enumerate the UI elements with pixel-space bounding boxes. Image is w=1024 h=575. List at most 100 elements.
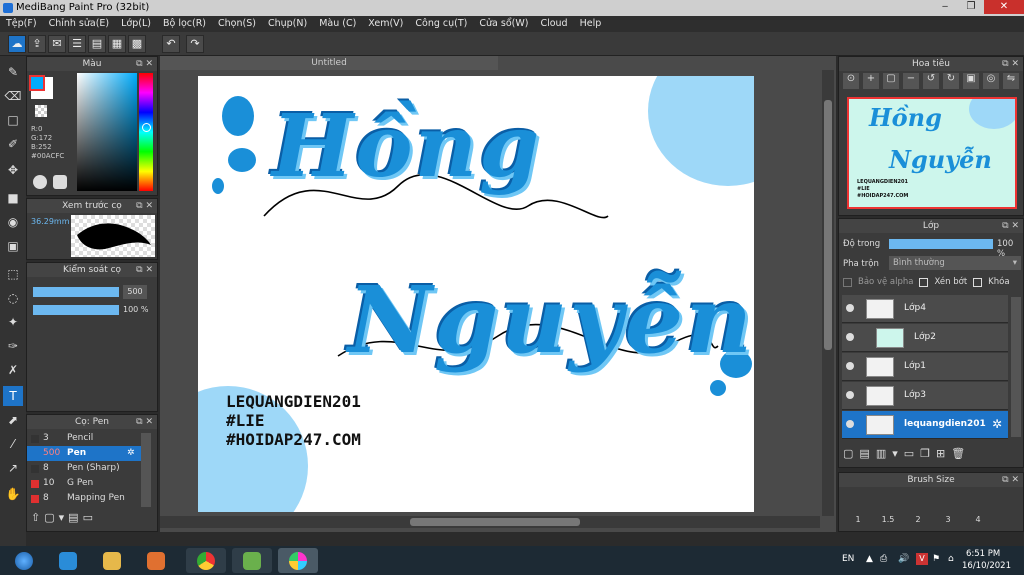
eye-icon[interactable] bbox=[846, 362, 854, 370]
brush-opacity-slider[interactable] bbox=[33, 305, 119, 315]
brush-size-option[interactable]: 1.5 bbox=[873, 515, 903, 524]
menu-snap[interactable]: Chụp(N) bbox=[262, 16, 313, 32]
eraser-tool-icon[interactable]: ⌫ bbox=[3, 86, 23, 106]
start-button[interactable] bbox=[4, 548, 44, 573]
horizontal-scrollbar[interactable] bbox=[160, 516, 820, 528]
transparent-swatch[interactable] bbox=[35, 105, 47, 117]
menu-cloud[interactable]: Cloud bbox=[534, 16, 573, 32]
new-halftone-layer-icon[interactable]: ▤ bbox=[859, 447, 869, 465]
taskbar-app[interactable] bbox=[136, 548, 176, 573]
brush-item[interactable]: 8 Pen (Sharp) bbox=[27, 461, 147, 476]
menu-help[interactable]: Help bbox=[574, 16, 608, 32]
menu-tools[interactable]: Công cụ(T) bbox=[409, 16, 473, 32]
brush-folder-icon[interactable]: ▭ bbox=[83, 511, 93, 531]
navigator-thumbnail[interactable]: Hồng Nguyễn LEQUANGDIEN201 #LIE #HOIDAP2… bbox=[847, 97, 1017, 209]
redo-icon[interactable]: ↷ bbox=[186, 35, 204, 53]
cloud-icon[interactable]: ☁ bbox=[8, 35, 26, 53]
primary-color-swatch[interactable] bbox=[29, 75, 45, 91]
brush-item[interactable]: 10 G Pen bbox=[27, 476, 147, 491]
new-layer-icon[interactable]: ▢ bbox=[843, 447, 853, 465]
color-picker-icon[interactable] bbox=[53, 175, 67, 189]
layer-row-selected[interactable]: lequangdien201 ✲ bbox=[842, 411, 1008, 439]
text-tool-icon[interactable]: T bbox=[3, 386, 23, 406]
layer-menu-icon[interactable]: ▾ bbox=[892, 447, 898, 465]
document-icon[interactable]: ▤ bbox=[88, 35, 106, 53]
eyedropper-alt-icon[interactable]: ↗ bbox=[3, 458, 23, 478]
eye-icon[interactable] bbox=[846, 304, 854, 312]
eye-icon[interactable] bbox=[846, 333, 854, 341]
taskbar-app[interactable] bbox=[48, 548, 88, 573]
eye-icon[interactable] bbox=[846, 391, 854, 399]
brush-item-selected[interactable]: 500 Pen ✲ bbox=[27, 446, 147, 461]
menu-window[interactable]: Cửa sổ(W) bbox=[473, 16, 534, 32]
select-rect-icon[interactable]: ⬚ bbox=[3, 264, 23, 284]
clock-time[interactable]: 6:51 PM bbox=[966, 549, 1000, 559]
add-brush-icon[interactable]: ⇧ bbox=[31, 511, 40, 531]
layer-row[interactable]: Lớp2 bbox=[842, 324, 1008, 352]
brush-item[interactable]: 8 Mapping Pen bbox=[27, 491, 147, 506]
lock-checkbox[interactable] bbox=[973, 277, 983, 287]
menu-color[interactable]: Màu (C) bbox=[313, 16, 362, 32]
protect-alpha-checkbox[interactable] bbox=[843, 277, 852, 287]
gear-icon[interactable]: ✲ bbox=[992, 417, 1002, 431]
hue-handle[interactable] bbox=[142, 123, 151, 132]
zoom-in-icon[interactable]: + bbox=[863, 73, 879, 89]
minimize-button[interactable]: ‒ bbox=[932, 0, 958, 14]
gradient-tool-icon[interactable]: ▣ bbox=[3, 236, 23, 256]
layer-opacity-slider[interactable] bbox=[889, 239, 993, 249]
brush-size-value[interactable]: 500 bbox=[123, 285, 147, 299]
magic-wand-icon[interactable]: ✦ bbox=[3, 312, 23, 332]
layer-row[interactable]: Lớp4 bbox=[842, 295, 1008, 323]
volume-icon[interactable]: 🔊 bbox=[898, 554, 909, 564]
menu-file[interactable]: Tệp(F) bbox=[0, 16, 43, 32]
select-eraser-icon[interactable]: ✗ bbox=[3, 360, 23, 380]
zoom-fit-icon[interactable]: ⊙ bbox=[843, 73, 859, 89]
grid-view-icon[interactable]: ▦ bbox=[108, 35, 126, 53]
merge-layer-icon[interactable]: ⊞ bbox=[936, 447, 945, 465]
language-indicator[interactable]: EN bbox=[842, 554, 854, 564]
saturation-value-picker[interactable] bbox=[77, 73, 137, 191]
delete-layer-icon[interactable]: 🗑 bbox=[951, 447, 965, 465]
layer-row[interactable]: Lớp1 bbox=[842, 353, 1008, 381]
maximize-button[interactable]: ❐ bbox=[958, 0, 984, 14]
panel-close-icon[interactable]: ⧉ ✕ bbox=[136, 57, 153, 71]
menu-filter[interactable]: Bộ lọc(R) bbox=[157, 16, 212, 32]
clipping-checkbox[interactable] bbox=[919, 277, 929, 287]
panel-close-icon[interactable]: ⧉ ✕ bbox=[136, 199, 153, 213]
flip-icon[interactable]: ⇋ bbox=[1003, 73, 1019, 89]
menu-select[interactable]: Chọn(S) bbox=[212, 16, 262, 32]
brush-menu-icon[interactable]: ▾ bbox=[59, 511, 65, 531]
brush-size-option[interactable]: 3 bbox=[933, 515, 963, 524]
taskbar-app[interactable] bbox=[232, 548, 272, 573]
tray-arrow-icon[interactable]: ▲ bbox=[866, 554, 873, 564]
fit-screen-icon[interactable]: ▣ bbox=[963, 73, 979, 89]
panel-close-icon[interactable]: ⧉ ✕ bbox=[1002, 57, 1019, 71]
canvas[interactable]: Hồng Nguyễn LEQUANGDIEN201 #LIE #HOIDAP2… bbox=[198, 76, 754, 512]
brush-size-option[interactable]: 4 bbox=[963, 515, 993, 524]
lasso-pen-icon[interactable]: ✐ bbox=[3, 134, 23, 154]
menu-view[interactable]: Xem(V) bbox=[362, 16, 409, 32]
layer-list-scrollbar[interactable] bbox=[1011, 297, 1021, 437]
zoom-out-icon[interactable]: − bbox=[903, 73, 919, 89]
duplicate-layer-icon[interactable]: ❐ bbox=[920, 447, 930, 465]
clock-date[interactable]: 16/10/2021 bbox=[962, 561, 1011, 571]
menu-edit[interactable]: Chỉnh sửa(E) bbox=[43, 16, 116, 32]
document-tab[interactable]: Untitled bbox=[160, 56, 498, 70]
vertical-scroll-thumb[interactable] bbox=[824, 100, 832, 350]
panel-close-icon[interactable]: ⧉ ✕ bbox=[136, 263, 153, 277]
new-8bit-layer-icon[interactable]: ▥ bbox=[876, 447, 886, 465]
layer-folder-icon[interactable]: ▭ bbox=[904, 447, 914, 465]
fill-rect-icon[interactable]: ■ bbox=[3, 188, 23, 208]
select-pen-icon[interactable]: ✑ bbox=[3, 336, 23, 356]
taskbar-app-active[interactable] bbox=[278, 548, 318, 573]
bucket-tool-icon[interactable]: ◉ bbox=[3, 212, 23, 232]
zoom-window-icon[interactable]: ▢ bbox=[883, 73, 899, 89]
rotate-left-icon[interactable]: ↺ bbox=[923, 73, 939, 89]
taskbar-app[interactable] bbox=[186, 548, 226, 573]
brush-size-option[interactable]: 2 bbox=[903, 515, 933, 524]
menu-layer[interactable]: Lớp(L) bbox=[115, 16, 157, 32]
brush-size-slider[interactable] bbox=[33, 287, 119, 297]
reset-rotation-icon[interactable]: ◎ bbox=[983, 73, 999, 89]
tray-extra-icon[interactable]: ⌂ bbox=[948, 554, 954, 564]
tray-flag-icon[interactable]: ⚑ bbox=[932, 554, 940, 564]
